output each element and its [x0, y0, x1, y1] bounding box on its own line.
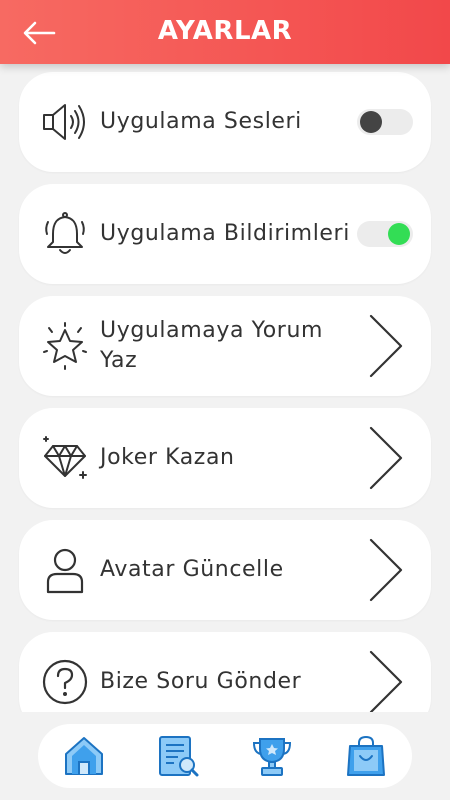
app-notifications-toggle[interactable]	[357, 221, 413, 247]
question-icon	[42, 659, 88, 705]
toggle-knob	[388, 223, 410, 245]
chevron-right-icon[interactable]	[368, 538, 404, 602]
settings-item-label: Uygulama Sesleri	[100, 109, 302, 134]
chevron-right-icon[interactable]	[368, 426, 404, 490]
page-title: AYARLAR	[157, 16, 293, 46]
chevron-right-icon[interactable]	[368, 314, 404, 378]
settings-item-label: Joker Kazan	[100, 445, 235, 470]
app-sounds-toggle[interactable]	[357, 109, 413, 135]
settings-item-app-notifications: Uygulama Bildirimleri	[19, 184, 431, 284]
diamond-icon	[43, 436, 87, 479]
star-icon	[43, 322, 87, 370]
settings-item-label: Avatar Güncelle	[100, 557, 284, 582]
settings-item-write-review: Uygulamaya Yorum Yaz	[19, 296, 431, 396]
home-icon	[65, 737, 103, 775]
settings-item-earn-joker: Joker Kazan	[19, 408, 431, 508]
app-header: AYARLAR	[0, 0, 450, 64]
settings-list[interactable]: Uygulama Sesleri Uygulama Bildirimleri U…	[0, 64, 450, 712]
settings-item-app-sounds: Uygulama Sesleri	[19, 72, 431, 172]
speaker-icon	[43, 104, 85, 140]
nav-home-button[interactable]	[62, 734, 106, 778]
settings-item-label: Bize Soru Gönder	[100, 669, 302, 694]
list-search-icon	[159, 736, 199, 777]
nav-shop-button[interactable]	[344, 734, 388, 778]
settings-item-label: Uygulamaya Yorum Yaz	[100, 318, 324, 373]
settings-item-label: Uygulama Bildirimleri	[100, 221, 350, 246]
trophy-icon	[252, 738, 292, 776]
settings-item-update-avatar: Avatar Güncelle	[19, 520, 431, 620]
chevron-right-icon[interactable]	[368, 650, 404, 712]
shopping-bag-icon	[347, 735, 385, 776]
bell-icon	[45, 212, 85, 254]
nav-list-search-button[interactable]	[156, 734, 200, 778]
bottom-navigation	[38, 724, 412, 788]
nav-trophy-button[interactable]	[250, 734, 294, 778]
settings-item-send-question: Bize Soru Gönder	[19, 632, 431, 712]
user-icon	[46, 548, 84, 594]
toggle-knob	[360, 111, 382, 133]
